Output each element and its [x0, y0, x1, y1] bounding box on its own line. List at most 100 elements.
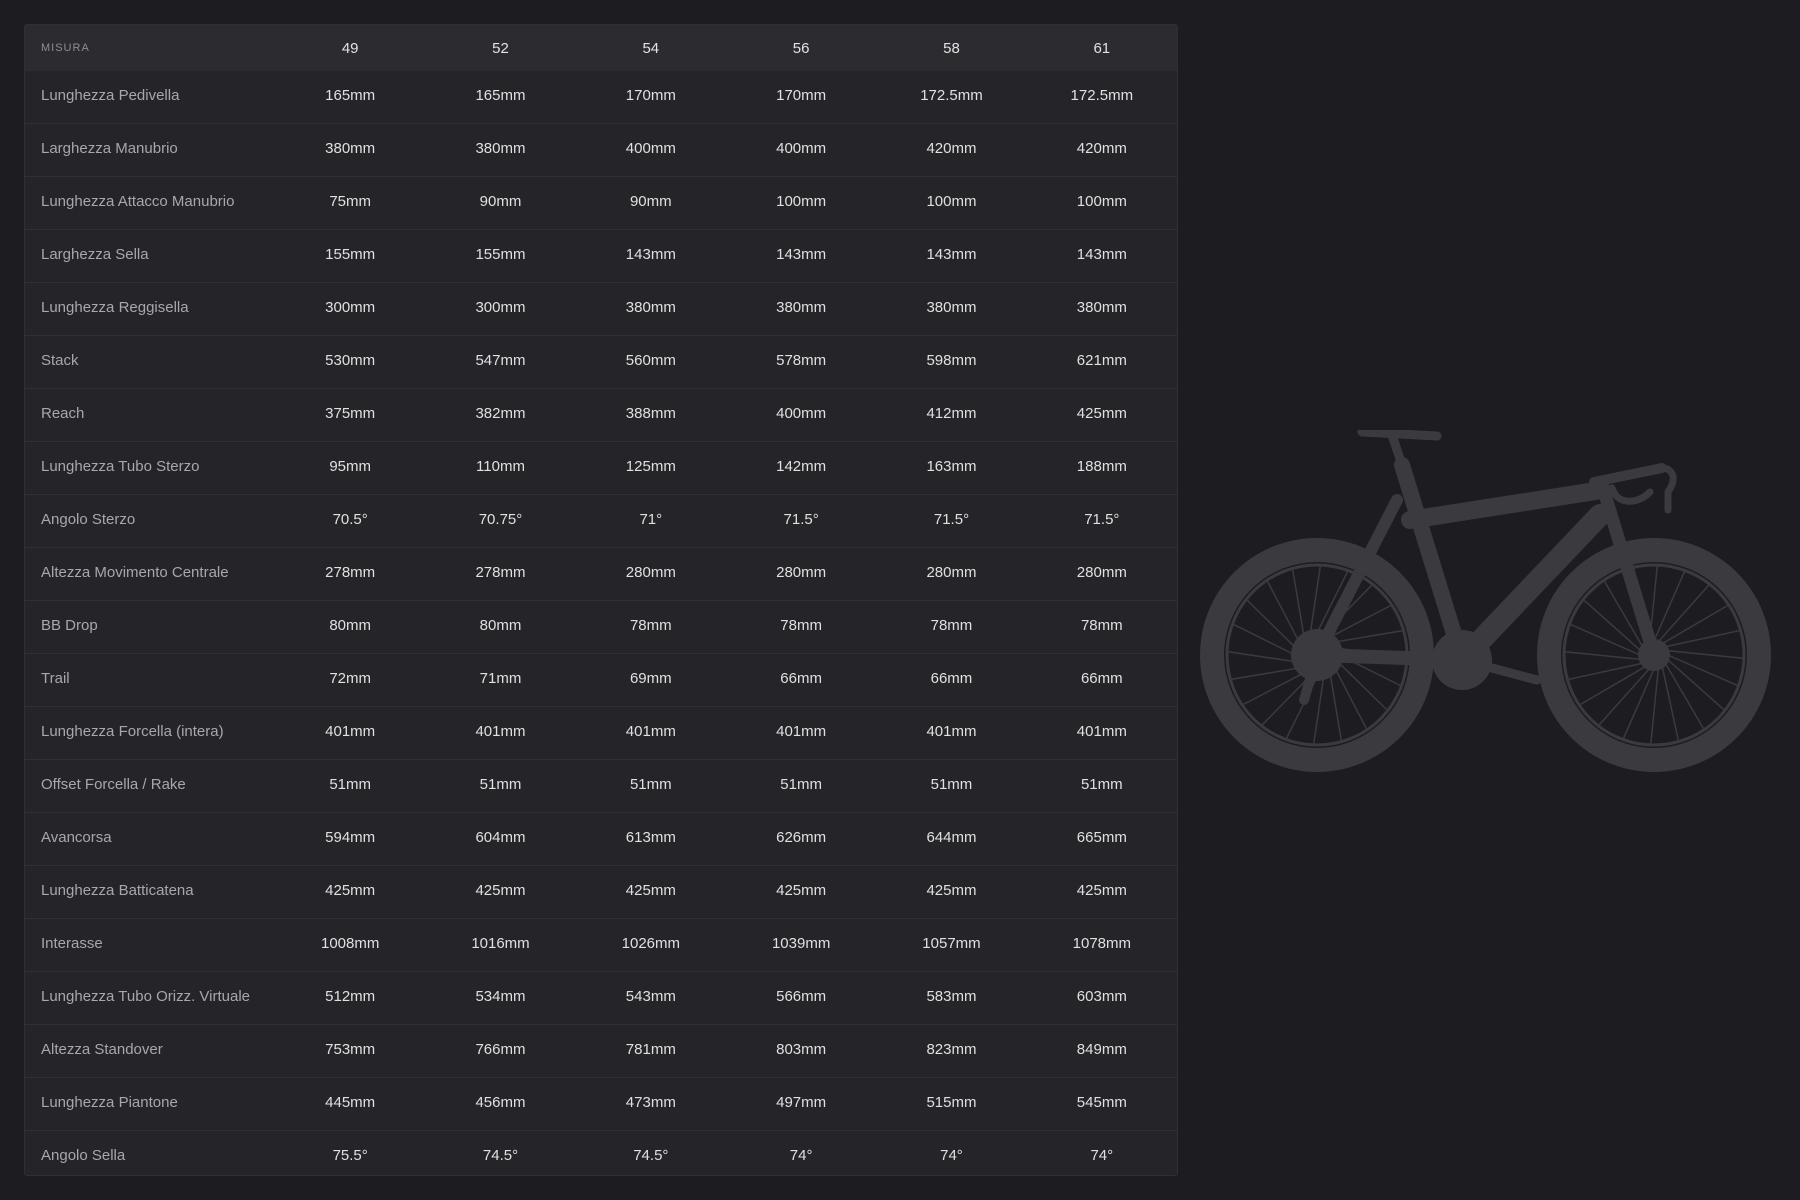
cell-value: 165mm [325, 86, 376, 104]
table-row: Trail 72mm 71mm 69mm 66mm 66mm 66mm [25, 653, 1177, 707]
table-cell: 66mm [725, 653, 877, 707]
table-row: Lunghezza Tubo Orizz. Virtuale 512mm 534mm… [25, 971, 1177, 1025]
table-cell: 74° [876, 1131, 1026, 1176]
table-row: Stack 530mm 547mm 560mm 578mm 598mm 621mm [25, 335, 1177, 389]
table-cell: 1039mm [725, 918, 877, 972]
table-cell: 143mm [1026, 229, 1177, 283]
cell-value: 1008mm [320, 934, 380, 952]
size-header-label: MISURA [41, 42, 90, 54]
cell-value: 143mm [776, 245, 827, 263]
row-label-text: Reach [41, 404, 85, 422]
row-label-text: Altezza Movimento Centrale [41, 563, 229, 581]
table-cell: 1057mm [876, 918, 1027, 972]
cell-value: 412mm [926, 404, 977, 422]
cell-value: 626mm [776, 828, 827, 846]
table-cell: 375mm [275, 388, 426, 442]
table-cell: 665mm [1026, 812, 1177, 866]
table-cell: 382mm [425, 388, 576, 442]
cell-value: 823mm [926, 1040, 977, 1058]
cell-value: 51mm [329, 775, 371, 793]
table-cell: 70.75° [425, 494, 576, 548]
wheel-spoke [1650, 667, 1660, 744]
cell-value: 170mm [625, 86, 676, 104]
cell-value: 380mm [776, 298, 827, 316]
table-cell: 766mm [425, 1024, 576, 1078]
cell-value: 100mm [776, 192, 827, 210]
table-cell: 401mm [1026, 706, 1177, 760]
table-cell: 583mm [876, 971, 1027, 1025]
cell-value: 766mm [475, 1040, 526, 1058]
table-cell: 401mm [275, 706, 426, 760]
cell-value: 425mm [625, 881, 676, 899]
cell-value: 188mm [1076, 457, 1127, 475]
cell-value: 545mm [1076, 1093, 1127, 1111]
table-cell: 401mm [876, 706, 1027, 760]
row-label: Angolo Sella [25, 1131, 275, 1176]
cell-value: 280mm [776, 563, 827, 581]
cell-value: 78mm [1080, 616, 1123, 634]
table-cell: 100mm [725, 176, 877, 230]
table-cell: 497mm [725, 1077, 877, 1131]
cell-value: 71.5° [933, 510, 970, 528]
cell-value: 594mm [325, 828, 376, 846]
cell-value: 71mm [479, 669, 522, 687]
table-cell: 753mm [275, 1024, 426, 1078]
table-cell: 143mm [575, 229, 726, 283]
size-column-header: 58 [943, 39, 960, 57]
cell-value: 74.5° [633, 1146, 669, 1164]
table-cell: 71mm [425, 653, 576, 707]
row-label-text: Lunghezza Attacco Manubrio [41, 192, 235, 210]
row-label: Lunghezza Pedivella [25, 71, 275, 124]
table-cell: 71.5° [1026, 494, 1177, 548]
row-label-text: Angolo Sella [41, 1146, 126, 1164]
cell-value: 51mm [780, 775, 822, 793]
table-cell: 425mm [275, 865, 426, 919]
wheel-spoke [1661, 605, 1728, 645]
cell-value: 1026mm [621, 934, 680, 952]
table-cell: 74.5° [576, 1131, 726, 1176]
table-cell: 534mm [425, 971, 576, 1025]
cell-value: 100mm [926, 192, 977, 210]
row-label: Avancorsa [25, 812, 275, 866]
cell-value: 300mm [475, 298, 526, 316]
table-cell: 51mm [1026, 759, 1177, 813]
table-cell: 530mm [275, 335, 426, 389]
table-cell: 172.5mm [1026, 71, 1177, 124]
cell-value: 155mm [475, 245, 526, 263]
row-label: Lunghezza Tubo Orizz. Virtuale [25, 971, 275, 1025]
table-row: Larghezza Manubrio 380mm 380mm 400mm 400mm 42… [25, 123, 1177, 177]
wheel-spoke [1309, 566, 1321, 635]
table-cell: 71° [575, 494, 726, 548]
cell-value: 644mm [926, 828, 977, 846]
table-cell: 412mm [876, 388, 1027, 442]
cell-value: 583mm [926, 987, 977, 1005]
cell-value: 753mm [325, 1040, 376, 1058]
cell-value: 534mm [475, 987, 526, 1005]
table-cell: 66mm [876, 653, 1027, 707]
cell-value: 803mm [776, 1040, 827, 1058]
cell-value: 72mm [329, 669, 371, 687]
table-cell: 90mm [425, 176, 576, 230]
cell-value: 80mm [479, 616, 522, 634]
table-cell: 456mm [425, 1077, 576, 1131]
cell-value: 71.5° [783, 510, 819, 528]
row-label-text: Lunghezza Forcella (intera) [41, 722, 224, 740]
cell-value: 280mm [1076, 563, 1127, 581]
wheel-spoke [1664, 662, 1704, 729]
cell-value: 78mm [930, 616, 973, 634]
row-label: Stack [25, 335, 275, 389]
row-label-text: Offset Forcella / Rake [41, 775, 186, 793]
cell-value: 143mm [625, 245, 676, 263]
cell-value: 125mm [625, 457, 676, 475]
cell-value: 75mm [329, 192, 371, 210]
table-cell: 300mm [275, 282, 426, 336]
cell-value: 400mm [776, 139, 827, 157]
cell-value: 278mm [475, 563, 526, 581]
cell-value: 71° [639, 510, 663, 528]
cell-value: 380mm [475, 139, 526, 157]
table-cell: 165mm [425, 71, 576, 124]
row-label-text: Lunghezza Pedivella [41, 86, 180, 104]
table-cell: 560mm [575, 335, 726, 389]
cell-value: 66mm [930, 669, 973, 687]
cell-value: 665mm [1076, 828, 1127, 846]
